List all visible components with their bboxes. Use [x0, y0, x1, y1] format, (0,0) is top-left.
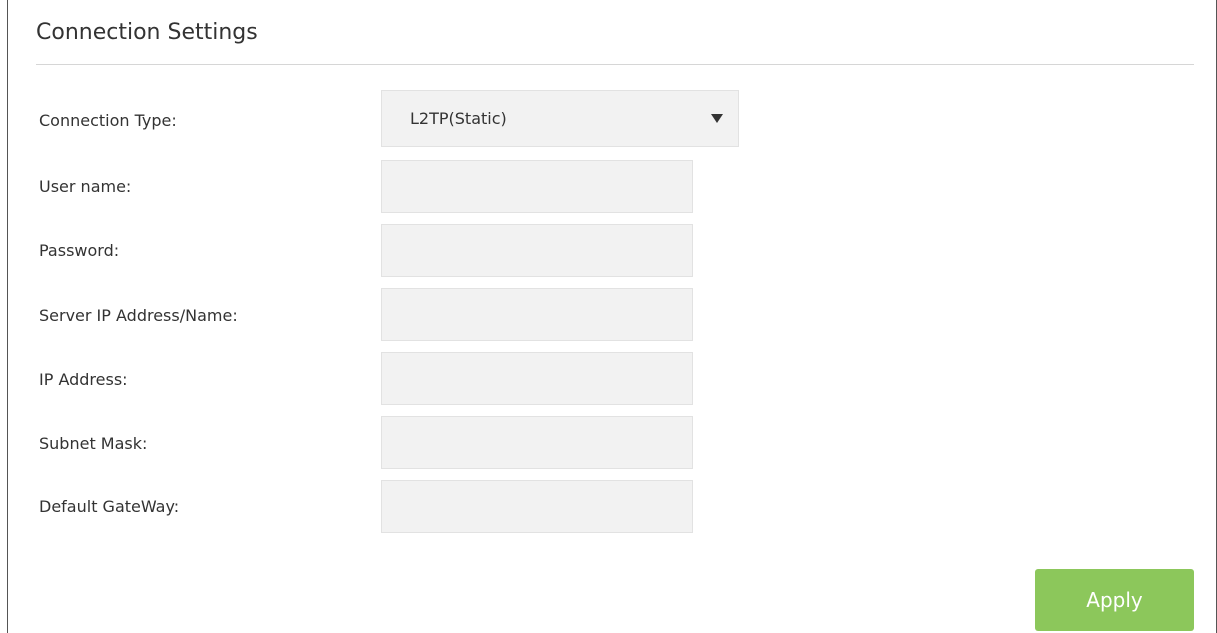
section-divider: [36, 64, 1194, 65]
connection-type-select[interactable]: L2TP(Static): [381, 90, 739, 147]
username-input[interactable]: [381, 160, 693, 213]
username-label: User name:: [39, 177, 132, 196]
server-input[interactable]: [381, 288, 693, 341]
connection-type-label: Connection Type:: [39, 111, 177, 130]
password-input[interactable]: [381, 224, 693, 277]
subnet-mask-label: Subnet Mask:: [39, 434, 148, 453]
subnet-mask-input[interactable]: [381, 416, 693, 469]
connection-type-value: L2TP(Static): [410, 109, 507, 128]
gateway-label: Default GateWay:: [39, 497, 180, 516]
server-label: Server IP Address/Name:: [39, 306, 238, 325]
password-label: Password:: [39, 241, 120, 260]
chevron-down-icon: [711, 114, 723, 123]
apply-button[interactable]: Apply: [1035, 569, 1194, 631]
ip-address-input[interactable]: [381, 352, 693, 405]
section-title: Connection Settings: [36, 20, 258, 45]
gateway-input[interactable]: [381, 480, 693, 533]
ip-address-label: IP Address:: [39, 370, 128, 389]
